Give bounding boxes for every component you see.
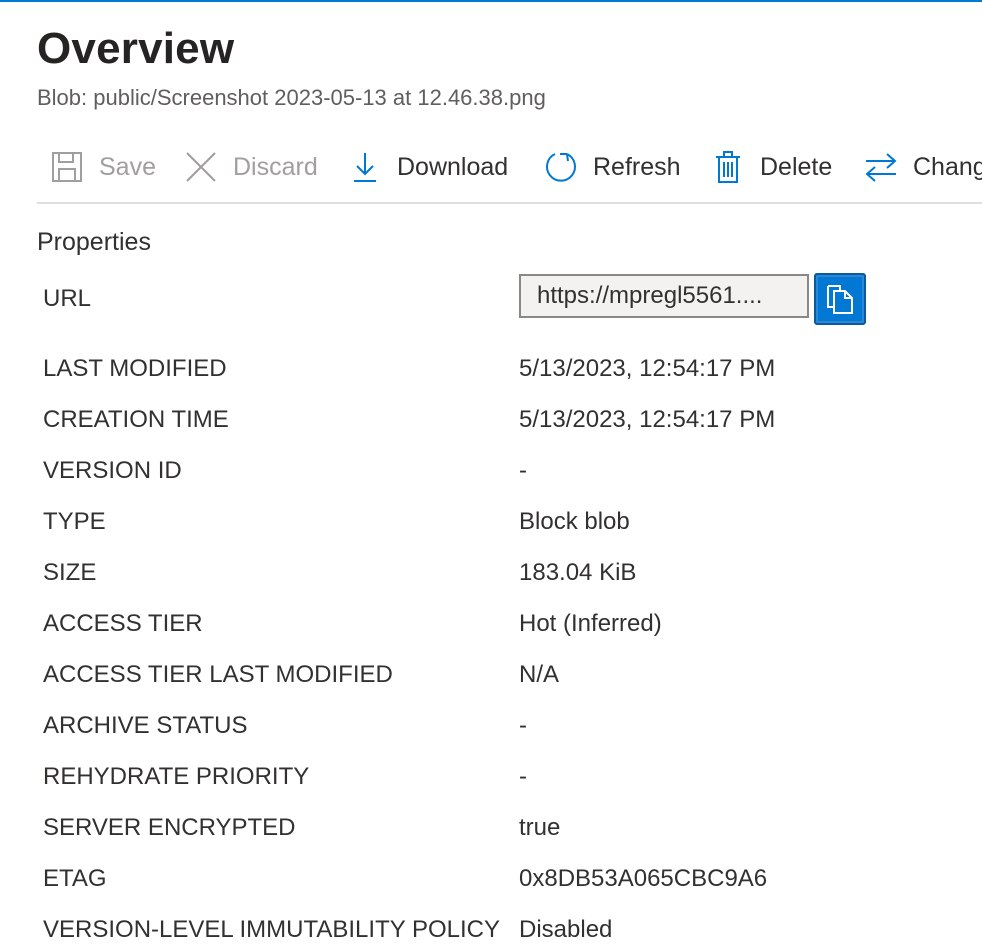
url-field[interactable]: https://mpregl5561....	[519, 274, 809, 318]
property-row-url: URL https://mpregl5561....	[43, 270, 982, 328]
property-key: ETAG	[43, 865, 107, 892]
property-key: ACCESS TIER LAST MODIFIED	[43, 661, 393, 688]
delete-label: Delete	[760, 152, 833, 181]
property-key: TYPE	[43, 508, 106, 535]
download-button[interactable]: Download	[347, 142, 508, 192]
property-value: Hot (Inferred)	[519, 610, 662, 637]
delete-button[interactable]: Delete	[710, 142, 832, 192]
property-key: ARCHIVE STATUS	[43, 712, 248, 739]
property-key: VERSION-LEVEL IMMUTABILITY POLICY	[43, 916, 501, 943]
property-value: N/A	[519, 661, 560, 688]
page-subtitle: Blob: public/Screenshot 2023-05-13 at 12…	[37, 85, 546, 110]
property-key: ACCESS TIER	[43, 610, 203, 637]
property-key: CREATION TIME	[43, 406, 229, 433]
save-label: Save	[99, 152, 156, 181]
property-row: VERSION-LEVEL IMMUTABILITY POLICY Disabl…	[43, 910, 982, 950]
download-label: Download	[397, 152, 509, 181]
property-key: SIZE	[43, 559, 97, 586]
copy-url-button[interactable]	[814, 273, 866, 325]
property-key: SERVER ENCRYPTED	[43, 814, 296, 841]
property-row: ARCHIVE STATUS -	[43, 706, 982, 746]
property-value: 183.04 KiB	[519, 559, 637, 586]
property-row: CREATION TIME 5/13/2023, 12:54:17 PM	[43, 400, 982, 440]
property-key: LAST MODIFIED	[43, 355, 227, 382]
property-row: REHYDRATE PRIORITY -	[43, 757, 982, 797]
overview-page: Overview Blob: public/Screenshot 2023-05…	[37, 0, 982, 952]
property-row: VERSION ID -	[43, 451, 982, 491]
page-title: Overview	[37, 24, 235, 73]
property-row: SERVER ENCRYPTED true	[43, 808, 982, 848]
command-bar: Save Discard Download Refresh Delete Cha…	[37, 142, 982, 192]
property-row: ACCESS TIER LAST MODIFIED N/A	[43, 655, 982, 695]
refresh-button[interactable]: Refresh	[543, 142, 681, 192]
refresh-icon	[543, 149, 579, 185]
property-row: ETAG 0x8DB53A065CBC9A6	[43, 859, 982, 899]
property-row: LAST MODIFIED 5/13/2023, 12:54:17 PM	[43, 349, 982, 389]
discard-label: Discard	[233, 152, 318, 181]
property-row: SIZE 183.04 KiB	[43, 553, 982, 593]
swap-arrows-icon	[863, 149, 899, 185]
download-icon	[347, 149, 383, 185]
refresh-label: Refresh	[593, 152, 681, 181]
save-button[interactable]: Save	[49, 142, 156, 192]
change-tier-label: Change tier	[913, 152, 982, 181]
property-key: VERSION ID	[43, 457, 182, 484]
discard-button[interactable]: Discard	[183, 142, 318, 192]
save-icon	[49, 149, 85, 185]
change-tier-button[interactable]: Change tier	[863, 142, 982, 192]
discard-icon	[183, 149, 219, 185]
toolbar-divider	[37, 202, 982, 204]
property-value: 5/13/2023, 12:54:17 PM	[519, 406, 776, 433]
property-value: -	[519, 712, 527, 739]
property-key: URL	[43, 285, 92, 312]
property-value: Disabled	[519, 916, 613, 943]
property-key: REHYDRATE PRIORITY	[43, 763, 310, 790]
property-row: TYPE Block blob	[43, 502, 982, 542]
property-row: ACCESS TIER Hot (Inferred)	[43, 604, 982, 644]
url-value: https://mpregl5561....	[537, 282, 763, 309]
property-value: 0x8DB53A065CBC9A6	[519, 865, 768, 892]
property-value: Block blob	[519, 508, 630, 535]
properties-heading: Properties	[37, 228, 151, 256]
property-value: -	[519, 457, 527, 484]
copy-icon	[825, 283, 855, 315]
property-value: -	[519, 763, 527, 790]
trash-icon	[710, 149, 746, 185]
property-value: true	[519, 814, 561, 841]
property-value: 5/13/2023, 12:54:17 PM	[519, 355, 776, 382]
